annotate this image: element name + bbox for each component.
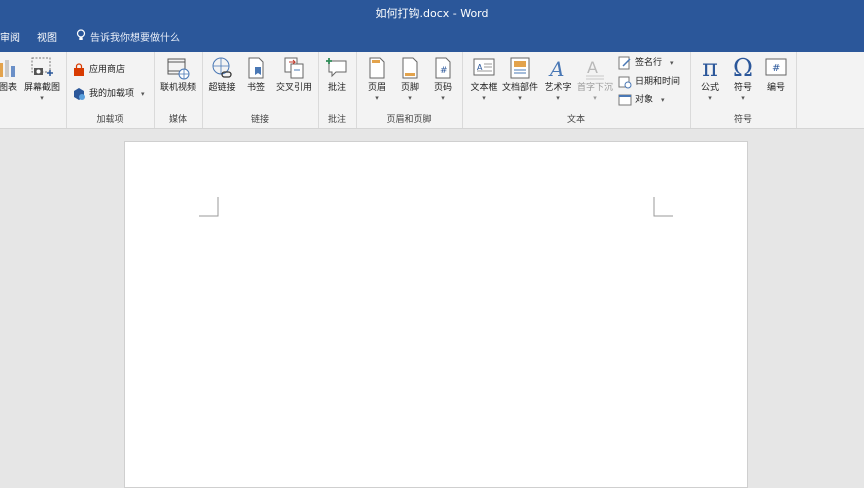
svg-text:#: # [772,63,780,74]
date-time-button[interactable]: 日期和时间 [618,73,680,91]
header-icon [369,57,385,79]
hyperlink-icon [212,57,232,78]
wordart-icon: A [548,57,564,81]
store-button[interactable]: 应用商店 [72,61,125,79]
group-label-media: 媒体 [168,115,187,125]
object-icon [618,94,632,105]
drop-cap-button: A 首字下沉 ▾ [576,55,614,107]
addins-icon [74,87,85,100]
quick-parts-button[interactable]: 文档部件 ▾ [502,55,538,107]
omega-icon: Ω [733,54,753,82]
signature-line-button[interactable]: 签名行 ▾ [618,54,674,72]
group-header-footer: 页眉 ▾ 页脚 ▾ # 页码 ▾ 页眉和页脚 [356,52,463,128]
tab-view[interactable]: 视图 [30,26,64,52]
dropdown-arrow-icon: ▾ [40,94,44,102]
svg-text:#: # [440,66,448,76]
dropdown-arrow-icon: ▾ [708,94,712,102]
dropdown-arrow-icon: ▾ [518,94,522,102]
window-title: 如何打钩.docx - Word [375,7,489,20]
group-label-text: 文本 [566,115,585,125]
dropdown-arrow-icon: ▾ [408,94,412,102]
lightbulb-icon [76,26,90,52]
title-bar: 如何打钩.docx - Word [0,0,864,26]
object-button[interactable]: 对象 ▾ [618,91,665,109]
screenshot-button[interactable]: 屏幕截图 ▾ [22,55,62,107]
quick-parts-icon [510,57,530,79]
signature-icon [618,56,631,69]
dropdown-arrow-icon: ▾ [661,96,665,104]
pi-icon: π [702,54,718,82]
cross-reference-icon [284,57,304,79]
group-links: 超链接 书签 交叉引用 链接 [202,52,319,128]
group-label-links: 链接 [250,115,269,125]
group-label-comments: 批注 [327,115,346,125]
number-icon: # [765,58,787,76]
cross-reference-button[interactable]: 交叉引用 [274,55,314,107]
dropdown-arrow-icon: ▾ [741,94,745,102]
dropdown-arrow-icon: ▾ [556,94,560,102]
comment-icon [326,58,347,78]
margin-corner-top-left [199,197,219,217]
group-text: A 文本框 ▾ 文档部件 ▾ A 艺术字 ▾ A 首字下沉 ▾ 签名行 ▾ 日期和… [462,52,691,128]
chart-icon [0,60,15,77]
dropdown-arrow-icon: ▾ [375,94,379,102]
group-label-addins: 加载项 [96,115,124,125]
equation-button[interactable]: π 公式 ▾ [692,55,728,107]
ribbon-tabs: 审阅 视图 告诉我你想要做什么 [0,26,864,52]
dropdown-arrow-icon: ▾ [482,94,486,102]
ribbon: 图表 屏幕截图 ▾ 应用商店 我的加载项 ▾ 加载项 联机视频 媒体 超链接 书… [0,52,864,129]
group-symbols: π 公式 ▾ Ω 符号 ▾ # 编号 符号 [690,52,797,128]
textbox-button[interactable]: A 文本框 ▾ [466,55,502,107]
hyperlink-button[interactable]: 超链接 [204,55,240,107]
store-icon [74,62,84,76]
footer-icon [402,57,418,79]
group-addins: 应用商店 我的加载项 ▾ 加载项 [66,52,155,128]
symbol-button[interactable]: Ω 符号 ▾ [725,55,761,107]
online-video-button[interactable]: 联机视频 [158,55,198,107]
margin-corner-top-right [653,197,673,217]
dropdown-arrow-icon: ▾ [141,90,145,98]
tell-me-text: 告诉我你想要做什么 [90,33,180,44]
group-illustrations: 图表 屏幕截图 ▾ [0,52,67,128]
bookmark-button[interactable]: 书签 [238,55,274,107]
dropdown-arrow-icon: ▾ [441,94,445,102]
dropdown-arrow-icon: ▾ [593,94,597,102]
page-number-button[interactable]: # 页码 ▾ [425,55,461,107]
document-page[interactable] [124,141,748,488]
online-video-icon [167,58,190,80]
tab-review[interactable]: 审阅 [0,26,27,52]
group-media: 联机视频 媒体 [154,52,203,128]
svg-text:A: A [587,58,598,77]
group-label-header-footer: 页眉和页脚 [386,115,432,125]
textbox-icon: A [473,58,495,76]
dropdown-arrow-icon: ▾ [670,59,674,67]
new-comment-button[interactable]: 批注 [319,55,355,107]
page-number-icon: # [435,57,451,79]
tell-me-box[interactable]: 告诉我你想要做什么 [76,26,180,52]
group-comments: 批注 批注 [318,52,357,128]
header-button[interactable]: 页眉 ▾ [359,55,395,107]
bookmark-icon [248,57,264,79]
group-label-symbols: 符号 [733,115,752,125]
number-button[interactable]: # 编号 [758,55,794,107]
footer-button[interactable]: 页脚 ▾ [392,55,428,107]
wordart-button[interactable]: A 艺术字 ▾ [540,55,576,107]
svg-text:A: A [548,57,564,81]
screenshot-icon [31,57,53,76]
my-addins-button[interactable]: 我的加载项 ▾ [72,85,145,103]
calendar-icon [618,76,632,88]
drop-cap-icon: A [586,58,604,80]
